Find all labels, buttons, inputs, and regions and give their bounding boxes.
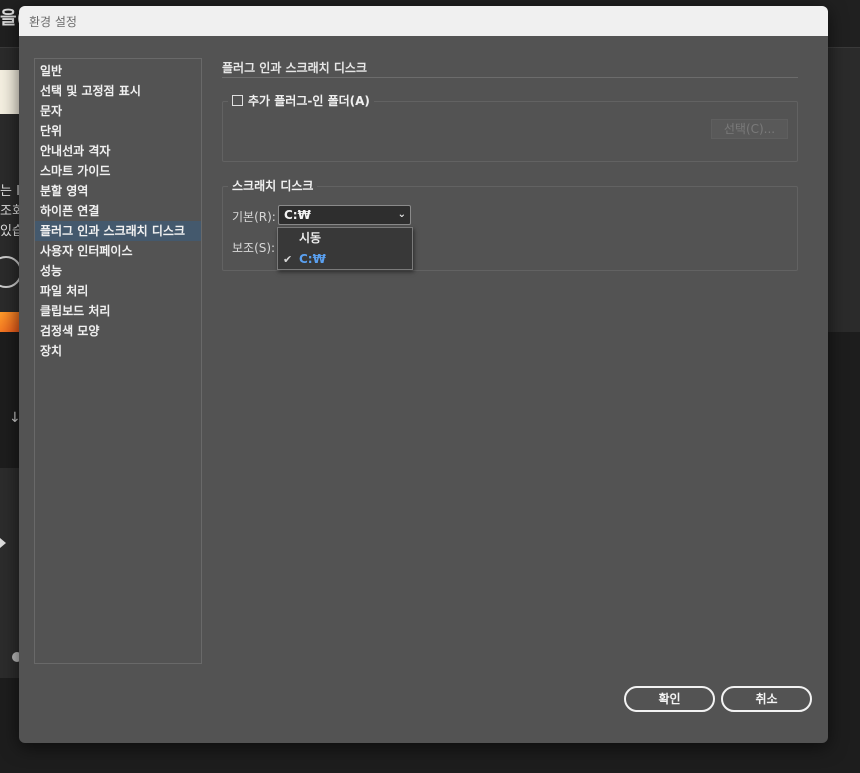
sidebar-item-file-handling[interactable]: 파일 처리 <box>35 281 201 301</box>
sidebar-item-hyphenation[interactable]: 하이픈 연결 <box>35 201 201 221</box>
sidebar-item-slices[interactable]: 분할 영역 <box>35 181 201 201</box>
background-orange-graphic <box>0 312 20 332</box>
sidebar-item-devices[interactable]: 장치 <box>35 341 201 361</box>
additional-plugins-checkbox[interactable] <box>232 95 243 106</box>
secondary-scratch-label: 보조(S): <box>232 241 276 255</box>
ok-button[interactable]: 확인 <box>624 686 715 712</box>
sidebar-item-general[interactable]: 일반 <box>35 61 201 81</box>
dropdown-option-c-drive-label: C:₩ <box>299 252 326 266</box>
dropdown-option-startup[interactable]: 시동 <box>278 228 412 249</box>
section-title: 플러그 인과 스크래치 디스크 <box>222 61 368 75</box>
sidebar-item-appearance-of-black[interactable]: 검정색 모양 <box>35 321 201 341</box>
dropdown-option-startup-label: 시동 <box>299 231 322 245</box>
section-divider <box>222 77 798 78</box>
dropdown-option-c-drive[interactable]: ✔ C:₩ <box>278 249 412 270</box>
cancel-button[interactable]: 취소 <box>721 686 812 712</box>
sidebar-item-clipboard-handling[interactable]: 클립보드 처리 <box>35 301 201 321</box>
primary-scratch-dropdown-list: 시동 ✔ C:₩ <box>277 227 413 270</box>
chevron-down-icon: ⌄ <box>397 209 406 220</box>
checkmark-icon: ✔ <box>283 253 293 266</box>
scratch-disks-group-label: 스크래치 디스크 <box>228 177 318 194</box>
primary-scratch-label: 기본(R): <box>232 210 276 224</box>
sidebar-item-guides-grid[interactable]: 안내선과 격자 <box>35 141 201 161</box>
choose-folder-button[interactable]: 선택(C)... <box>711 119 788 139</box>
sidebar-item-performance[interactable]: 성능 <box>35 261 201 281</box>
sidebar-item-user-interface[interactable]: 사용자 인터페이스 <box>35 241 201 261</box>
sidebar-item-units[interactable]: 단위 <box>35 121 201 141</box>
sidebar-item-smart-guides[interactable]: 스마트 가이드 <box>35 161 201 181</box>
additional-plugins-folder-checkbox-row[interactable]: 추가 플러그-인 폴더(A) <box>228 92 374 109</box>
background-side-panel <box>0 468 20 678</box>
sidebar-item-type[interactable]: 문자 <box>35 101 201 121</box>
sidebar-item-selection-anchor-display[interactable]: 선택 및 고정점 표시 <box>35 81 201 101</box>
background-thumbnail <box>0 70 20 114</box>
additional-plugins-label: 추가 플러그-인 폴더(A) <box>248 94 370 108</box>
preferences-dialog: 환경 설정 일반 선택 및 고정점 표시 문자 단위 안내선과 격자 스마트 가… <box>19 6 828 743</box>
sidebar-item-plugins-scratch-disks[interactable]: 플러그 인과 스크래치 디스크 <box>35 221 201 241</box>
primary-scratch-select[interactable]: C:₩ ⌄ <box>278 205 411 225</box>
primary-scratch-value: C:₩ <box>284 208 311 222</box>
preferences-sidebar: 일반 선택 및 고정점 표시 문자 단위 안내선과 격자 스마트 가이드 분할 … <box>34 58 202 664</box>
dialog-title: 환경 설정 <box>19 6 828 36</box>
triangle-right-icon <box>0 538 6 548</box>
